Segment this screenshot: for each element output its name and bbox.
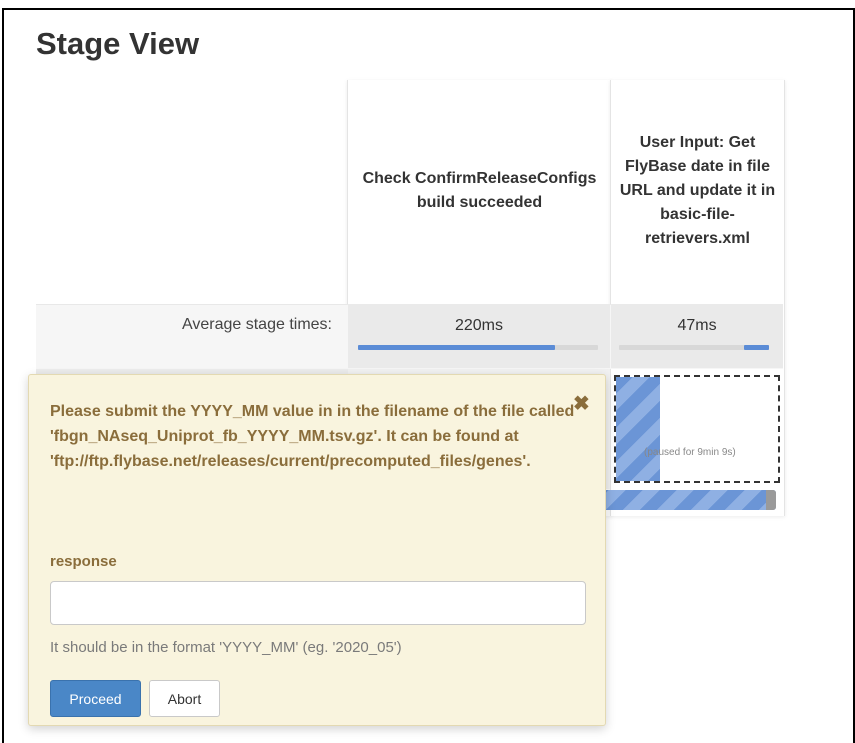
stage-header-1: Check ConfirmReleaseConfigs build succee… [362, 170, 597, 211]
stage-progress-strip [592, 490, 776, 510]
abort-button[interactable]: Abort [149, 680, 220, 717]
dialog-message: Please submit the YYYY_MM value in in th… [50, 403, 575, 470]
avg-time-bar-track [358, 345, 598, 350]
avg-time-cell-2: 47ms [611, 304, 783, 368]
progress-strip-cap [766, 490, 776, 510]
stage-header-2: User Input: Get FlyBase date in file URL… [619, 134, 776, 247]
avg-time-cell-1: 220ms [348, 304, 610, 368]
response-input[interactable] [50, 581, 586, 625]
avg-time-bar-fill [358, 345, 555, 350]
avg-times-label: Average stage times: [181, 316, 332, 333]
page-title: Stage View [36, 26, 200, 61]
avg-time-value: 220ms [454, 317, 504, 334]
avg-time-value: 47ms [677, 317, 717, 334]
proceed-button[interactable]: Proceed [50, 680, 141, 717]
input-dialog: ✖ Please submit the YYYY_MM value in in … [28, 374, 606, 726]
response-hint: It should be in the format 'YYYY_MM' (eg… [50, 639, 402, 656]
response-label: response [50, 553, 117, 570]
avg-time-bar-track [619, 345, 769, 350]
avg-time-bar-fill [743, 345, 769, 350]
